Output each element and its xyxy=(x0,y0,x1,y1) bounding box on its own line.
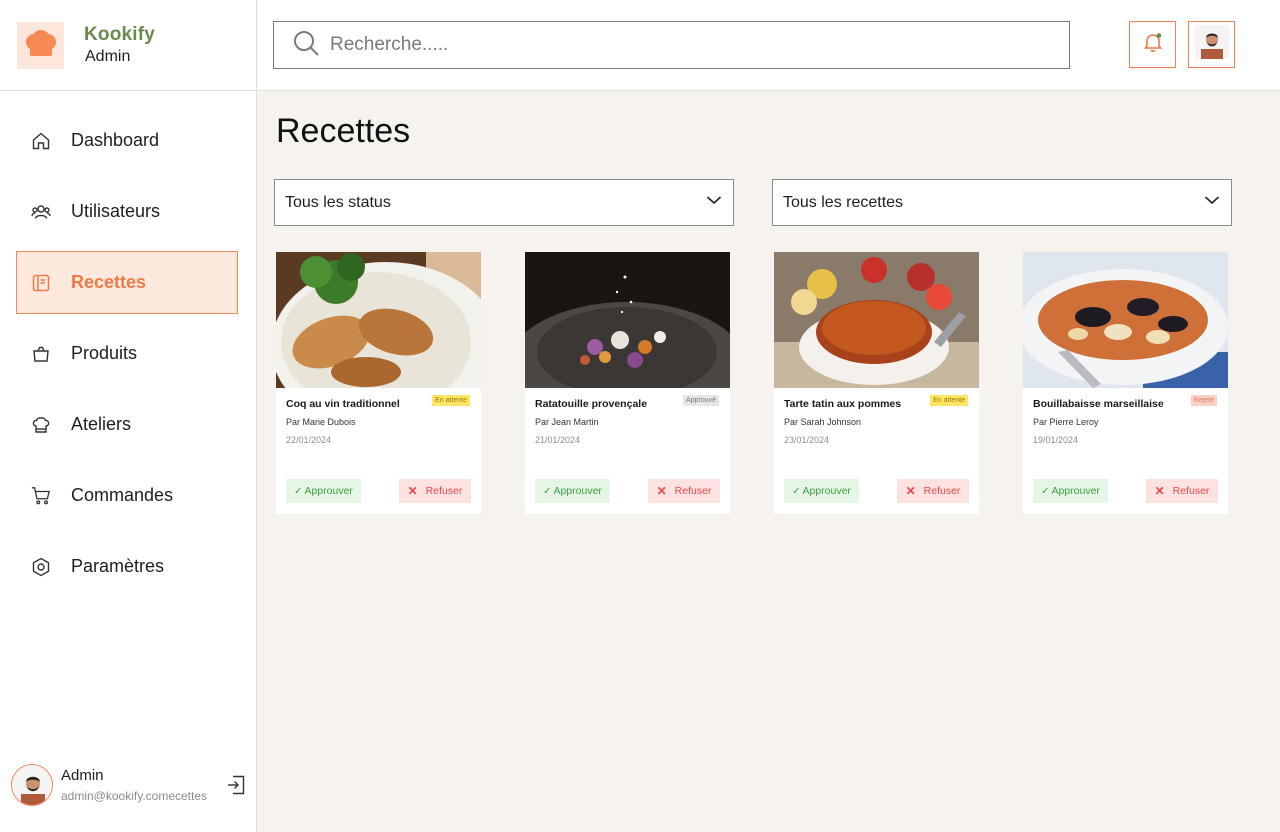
refuse-label: Refuser xyxy=(1172,485,1210,497)
check-icon: ✓ xyxy=(294,485,303,497)
refuse-button[interactable]: ✕ Refuser xyxy=(648,479,720,503)
refuse-label: Refuser xyxy=(923,485,961,497)
recipe-filter-select[interactable]: Tous les recettes xyxy=(772,179,1232,226)
approve-button[interactable]: ✓ Approuver xyxy=(784,479,859,503)
sidebar-item-label: Dashboard xyxy=(71,130,160,150)
sidebar-user: Admin admin@kookify.comecettes xyxy=(11,764,247,806)
chef-hat-icon xyxy=(31,415,51,435)
bell-icon xyxy=(1142,31,1164,58)
recipe-author: Par Jean Martin xyxy=(535,417,599,427)
recipe-date: 19/01/2024 xyxy=(1033,435,1079,445)
status-filter-select[interactable]: Tous les status xyxy=(274,179,734,226)
search-bar[interactable] xyxy=(273,21,1070,69)
search-input[interactable] xyxy=(330,34,1030,56)
home-icon xyxy=(31,131,51,151)
brand-name: Kookify xyxy=(84,24,156,45)
status-badge: En attente xyxy=(930,395,968,406)
cart-icon xyxy=(31,486,51,506)
sidebar: Kookify Admin Dashboard Utilisateurs Rec… xyxy=(0,0,257,832)
recipe-date: 22/01/2024 xyxy=(286,435,332,445)
user-name: Admin xyxy=(61,767,104,784)
approve-label: Approuver xyxy=(553,485,602,497)
sidebar-nav: Dashboard Utilisateurs Recettes Produits… xyxy=(16,109,238,606)
recipe-photo xyxy=(525,252,730,388)
sidebar-item-produits[interactable]: Produits xyxy=(16,322,238,385)
approve-button[interactable]: ✓ Approuver xyxy=(1033,479,1108,503)
users-icon xyxy=(31,202,51,222)
sidebar-item-label: Produits xyxy=(71,343,138,363)
sidebar-item-commandes[interactable]: Commandes xyxy=(16,464,238,527)
avatar xyxy=(1194,25,1229,64)
approve-label: Approuver xyxy=(802,485,851,497)
chevron-down-icon xyxy=(705,191,723,214)
sidebar-item-utilisateurs[interactable]: Utilisateurs xyxy=(16,180,238,243)
check-icon: ✓ xyxy=(1041,485,1050,497)
logout-icon[interactable] xyxy=(225,774,247,796)
notifications-button[interactable] xyxy=(1129,21,1176,68)
sidebar-item-label: Paramètres xyxy=(71,556,165,576)
status-badge: Approuvé xyxy=(683,395,719,406)
chef-hat-logo-icon xyxy=(17,21,64,69)
approve-button[interactable]: ✓ Approuver xyxy=(535,479,610,503)
recipe-card[interactable]: Bouillabaisse marseillaise Par Pierre Le… xyxy=(1023,252,1228,514)
close-icon: ✕ xyxy=(656,484,667,498)
approve-button[interactable]: ✓ Approuver xyxy=(286,479,361,503)
refuse-button[interactable]: ✕ Refuser xyxy=(1146,479,1218,503)
close-icon: ✕ xyxy=(905,484,916,498)
status-badge: Rejeté xyxy=(1190,395,1217,406)
sidebar-item-dashboard[interactable]: Dashboard xyxy=(16,109,238,172)
status-filter-value: Tous les status xyxy=(285,193,391,211)
profile-button[interactable] xyxy=(1188,21,1235,68)
sidebar-item-label: Recettes xyxy=(71,272,147,292)
topbar xyxy=(257,0,1280,91)
sidebar-item-recettes[interactable]: Recettes xyxy=(16,251,238,314)
refuse-button[interactable]: ✕ Refuser xyxy=(399,479,471,503)
recipe-photo xyxy=(276,252,481,388)
recipe-card[interactable]: Coq au vin traditionnel Par Marie Dubois… xyxy=(276,252,481,514)
check-icon: ✓ xyxy=(792,485,801,497)
recipe-photo xyxy=(1023,252,1228,388)
recipe-card[interactable]: Tarte tatin aux pommes Par Sarah Johnson… xyxy=(774,252,979,514)
recipe-filter-value: Tous les recettes xyxy=(783,193,904,211)
recipe-author: Par Marie Dubois xyxy=(286,417,356,427)
check-icon: ✓ xyxy=(543,485,552,497)
bag-icon xyxy=(31,344,51,364)
recipe-author: Par Pierre Leroy xyxy=(1033,417,1099,427)
recipe-card[interactable]: Ratatouille provençale Par Jean Martin 2… xyxy=(525,252,730,514)
settings-icon xyxy=(31,557,51,577)
page-title: Recettes xyxy=(276,112,411,150)
approve-label: Approuver xyxy=(304,485,353,497)
close-icon: ✕ xyxy=(1154,484,1165,498)
close-icon: ✕ xyxy=(407,484,418,498)
book-icon xyxy=(31,273,51,293)
recipe-date: 23/01/2024 xyxy=(784,435,830,445)
recipe-date: 21/01/2024 xyxy=(535,435,581,445)
status-badge: En attente xyxy=(432,395,470,406)
recipe-author: Par Sarah Johnson xyxy=(784,417,862,427)
avatar[interactable] xyxy=(11,764,53,806)
sidebar-item-label: Ateliers xyxy=(71,414,132,434)
approve-label: Approuver xyxy=(1051,485,1100,497)
sidebar-item-label: Commandes xyxy=(71,485,174,505)
sidebar-item-ateliers[interactable]: Ateliers xyxy=(16,393,238,456)
recipe-photo xyxy=(774,252,979,388)
chevron-down-icon xyxy=(1203,191,1221,214)
sidebar-item-parametres[interactable]: Paramètres xyxy=(16,535,238,598)
brand: Kookify Admin xyxy=(0,0,256,91)
refuse-label: Refuser xyxy=(674,485,712,497)
user-email: admin@kookify.comecettes xyxy=(61,789,208,803)
brand-role: Admin xyxy=(85,48,131,65)
search-icon xyxy=(292,29,320,62)
refuse-button[interactable]: ✕ Refuser xyxy=(897,479,969,503)
sidebar-item-label: Utilisateurs xyxy=(71,201,161,221)
refuse-label: Refuser xyxy=(425,485,463,497)
